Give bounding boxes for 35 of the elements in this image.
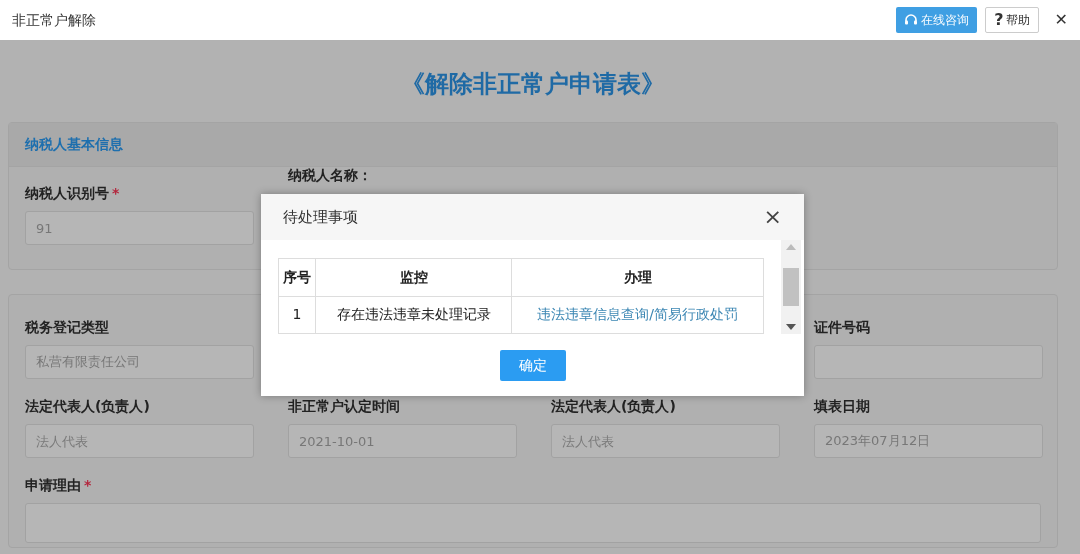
- field-label: 纳税人名称：: [288, 165, 372, 185]
- scrollbar-thumb[interactable]: [783, 268, 799, 306]
- dialog-title: 待处理事项: [283, 206, 358, 228]
- field-label: 填表日期: [814, 396, 870, 416]
- close-button[interactable]: ×: [763, 206, 782, 228]
- table-cell: 1: [278, 296, 316, 334]
- headset-icon: [904, 13, 919, 27]
- section-heading: 纳税人基本信息: [25, 135, 123, 154]
- close-button[interactable]: ✕: [1046, 8, 1068, 32]
- field-label: 税务登记类型: [25, 317, 109, 337]
- field-label: 纳税人识别号: [25, 183, 109, 203]
- field-label: 申请理由: [25, 475, 81, 495]
- required-mark: *: [84, 475, 92, 495]
- window-title: 非正常户解除: [12, 10, 96, 30]
- input-field[interactable]: 91: [25, 211, 254, 245]
- column-header: 监控: [315, 258, 512, 296]
- field-label: 证件号码: [814, 317, 870, 337]
- help-button[interactable]: ?帮助: [985, 7, 1039, 33]
- column-header: 序号: [278, 258, 316, 296]
- input-field[interactable]: 2021-10-01: [288, 424, 517, 458]
- input-field[interactable]: 法人代表: [551, 424, 780, 458]
- table-cell: 存在违法违章未处理记录: [315, 296, 512, 334]
- input-field[interactable]: 法人代表: [25, 424, 254, 458]
- online-consult-button[interactable]: 在线咨询: [896, 7, 978, 33]
- field-label: 法定代表人(负责人): [551, 396, 676, 416]
- field-label: 法定代表人(负责人): [25, 396, 150, 416]
- required-mark: *: [112, 183, 120, 203]
- form-title: 《解除非正常户申请表》: [400, 69, 666, 100]
- column-header: 办理: [511, 258, 764, 296]
- scrollbar[interactable]: [781, 240, 801, 334]
- scroll-up-icon[interactable]: [786, 244, 796, 250]
- field-label: 非正常户认定时间: [288, 396, 400, 416]
- confirm-button[interactable]: 确定: [499, 350, 566, 381]
- scroll-down-icon[interactable]: [786, 324, 796, 330]
- input-field[interactable]: 2023年07月12日: [814, 424, 1043, 458]
